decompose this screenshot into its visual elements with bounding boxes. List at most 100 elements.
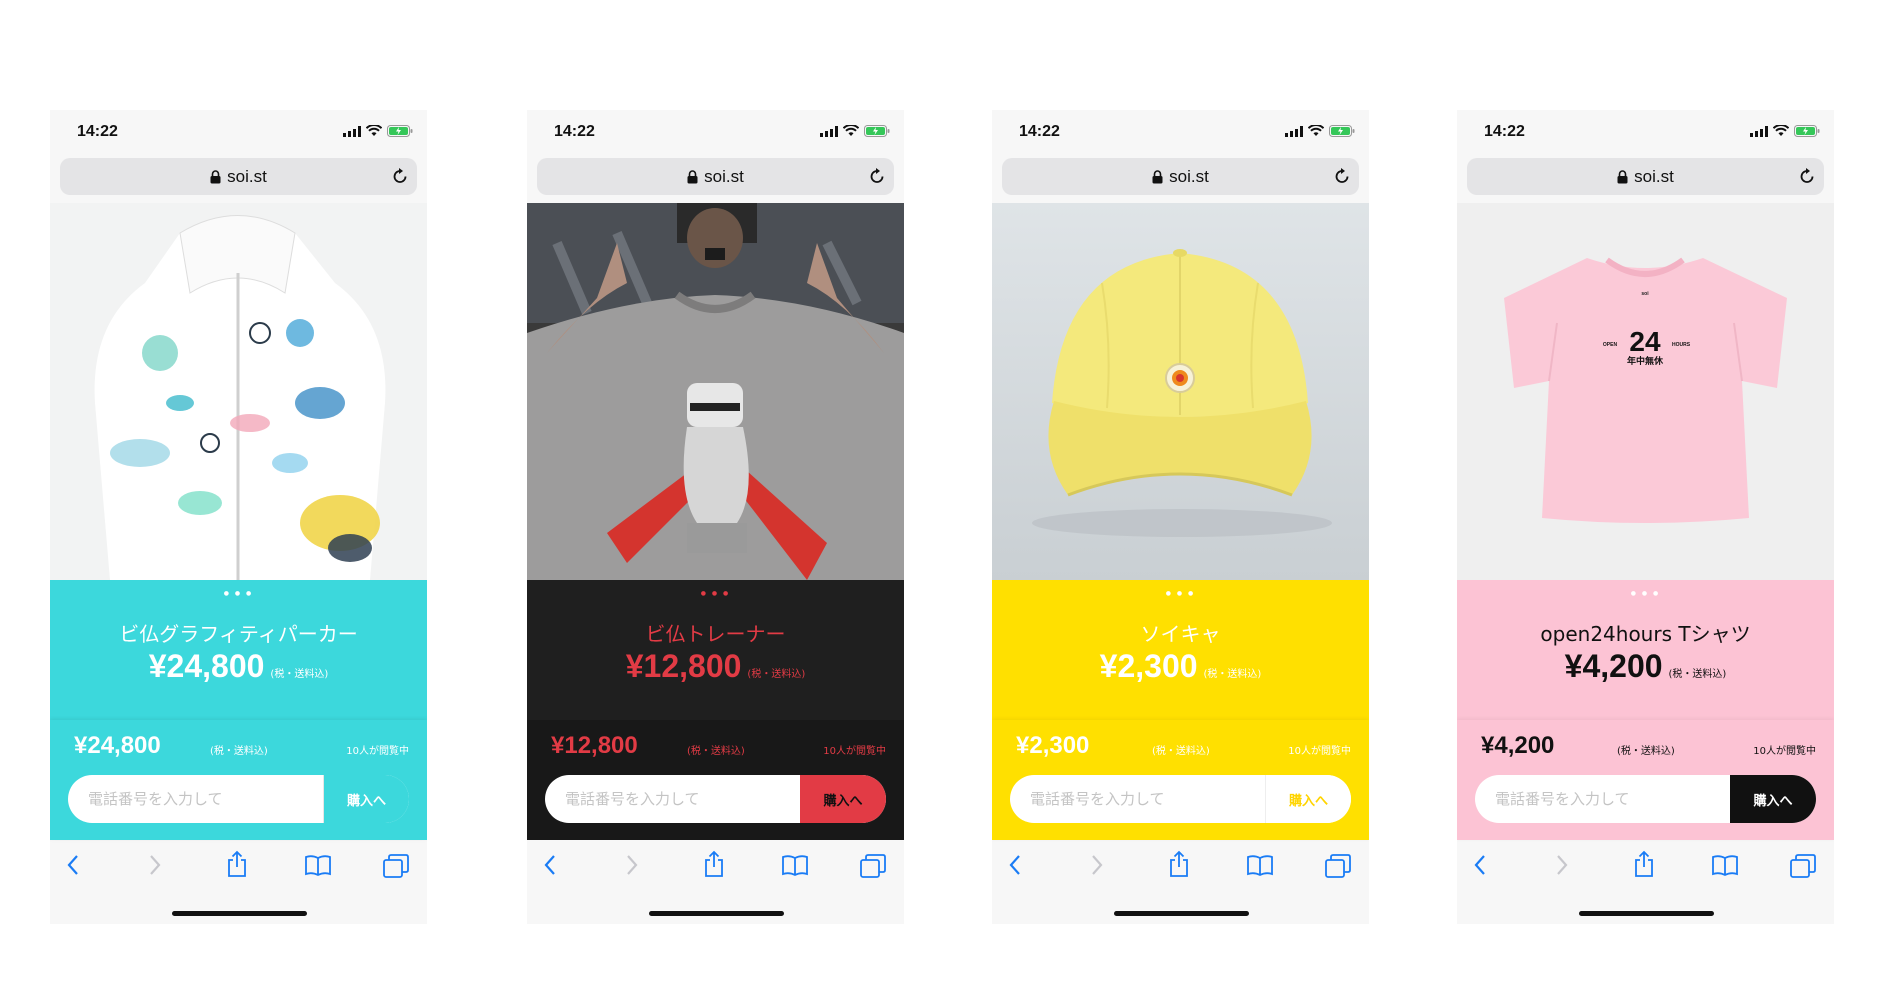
product-price: ¥24,800: [148, 648, 265, 684]
shirt-brand-print: soi: [1641, 291, 1649, 297]
browser-toolbar: [1457, 840, 1834, 894]
battery-icon: [864, 125, 890, 137]
product-image-hoodie[interactable]: [50, 203, 427, 580]
signal-icon: [343, 125, 361, 137]
bookmarks-icon[interactable]: [304, 854, 332, 876]
phone-form: 購入へ: [1475, 775, 1816, 823]
share-icon[interactable]: [703, 850, 725, 878]
phone-number-input[interactable]: [545, 775, 800, 823]
bookmarks-icon[interactable]: [1711, 854, 1739, 876]
status-time: 14:22: [554, 123, 595, 140]
tshirt-photo: soi 24 OPEN HOURS 年中無休: [1457, 203, 1834, 580]
purchase-price: ¥4,200: [1481, 732, 1555, 759]
viewers-count: 10人が閲覧中: [1753, 746, 1816, 757]
wifi-icon: [1308, 125, 1324, 136]
tabs-icon[interactable]: [383, 854, 409, 878]
address-bar[interactable]: soi.st: [1002, 158, 1359, 195]
phone-number-input[interactable]: [1010, 775, 1265, 823]
share-icon[interactable]: [226, 850, 248, 878]
tax-note: (税・送料込): [747, 669, 806, 680]
share-icon[interactable]: [1168, 850, 1190, 878]
forward-icon[interactable]: [1090, 854, 1104, 876]
carousel-dots[interactable]: ● ● ●: [992, 590, 1369, 597]
status-bar: 14:22: [992, 110, 1369, 158]
battery-icon: [1329, 125, 1355, 137]
address-bar[interactable]: soi.st: [1467, 158, 1824, 195]
buy-button[interactable]: 購入へ: [1265, 775, 1351, 823]
shirt-print-number: 24: [1629, 326, 1661, 357]
purchase-tax-note: (税・送料込): [210, 746, 268, 757]
status-time: 14:22: [77, 123, 118, 140]
shirt-print-open: OPEN: [1603, 342, 1618, 348]
back-icon[interactable]: [1473, 854, 1487, 876]
signal-icon: [1750, 125, 1768, 137]
purchase-price: ¥2,300: [1016, 732, 1090, 759]
buy-button[interactable]: 購入へ: [323, 775, 409, 823]
reload-icon[interactable]: [391, 167, 409, 186]
tabs-icon[interactable]: [1790, 854, 1816, 878]
product-image-tshirt[interactable]: soi 24 OPEN HOURS 年中無休: [1457, 203, 1834, 580]
back-icon[interactable]: [543, 854, 557, 876]
carousel-dots[interactable]: ● ● ●: [1457, 590, 1834, 597]
share-icon[interactable]: [1633, 850, 1655, 878]
lock-icon: [1617, 169, 1628, 183]
product-name: ソイキャ: [1140, 622, 1221, 646]
wifi-icon: [366, 125, 382, 136]
purchase-price: ¥12,800: [551, 732, 638, 759]
carousel-dots[interactable]: ● ● ●: [527, 590, 904, 597]
url-text: soi.st: [704, 166, 744, 186]
lock-icon: [210, 169, 221, 183]
shirt-print-hours: HOURS: [1672, 342, 1691, 348]
bookmarks-icon[interactable]: [1246, 854, 1274, 876]
phone-screen-cap: 14:22 soi.st ● ● ● ソイキャ ¥2,300 (税・送料込) ¥…: [992, 110, 1369, 924]
tabs-icon[interactable]: [1325, 854, 1351, 878]
browser-toolbar: [527, 840, 904, 894]
buy-button[interactable]: 購入へ: [800, 775, 886, 823]
carousel-dots[interactable]: ● ● ●: [50, 590, 427, 597]
battery-icon: [387, 125, 413, 137]
url-text: soi.st: [1634, 166, 1674, 186]
phone-number-input[interactable]: [68, 775, 323, 823]
back-icon[interactable]: [66, 854, 80, 876]
forward-icon[interactable]: [148, 854, 162, 876]
home-indicator[interactable]: [1579, 911, 1714, 916]
phone-screen-trainer: 14:22 soi.st ● ● ● ビ仏トレーナー ¥12,800 (税・送料…: [527, 110, 904, 924]
product-price: ¥4,200: [1564, 648, 1663, 684]
phone-form: 購入へ: [545, 775, 886, 823]
buy-button[interactable]: 購入へ: [1730, 775, 1816, 823]
home-indicator[interactable]: [172, 911, 307, 916]
reload-icon[interactable]: [1333, 167, 1351, 186]
home-indicator[interactable]: [1114, 911, 1249, 916]
purchase-bar: ¥2,300 (税・送料込) 10人が閲覧中 購入へ: [992, 720, 1369, 840]
reload-icon[interactable]: [868, 167, 886, 186]
address-bar[interactable]: soi.st: [537, 158, 894, 195]
phone-number-input[interactable]: [1475, 775, 1730, 823]
forward-icon[interactable]: [1555, 854, 1569, 876]
address-bar[interactable]: soi.st: [60, 158, 417, 195]
tax-note: (税・送料込): [1203, 669, 1262, 680]
status-bar: 14:22: [1457, 110, 1834, 158]
home-indicator[interactable]: [649, 911, 784, 916]
status-bar: 14:22: [50, 110, 427, 158]
product-name: open24hours Tシャツ: [1540, 622, 1751, 646]
product-name: ビ仏グラフィティパーカー: [119, 622, 358, 646]
back-icon[interactable]: [1008, 854, 1022, 876]
forward-icon[interactable]: [625, 854, 639, 876]
browser-toolbar: [50, 840, 427, 894]
wifi-icon: [1773, 125, 1789, 136]
phone-form: 購入へ: [68, 775, 409, 823]
tabs-icon[interactable]: [860, 854, 886, 878]
reload-icon[interactable]: [1798, 167, 1816, 186]
viewers-count: 10人が閲覧中: [346, 746, 409, 757]
signal-icon: [820, 125, 838, 137]
product-image-trainer[interactable]: [527, 203, 904, 580]
shirt-print-jp: 年中無休: [1627, 355, 1664, 367]
purchase-tax-note: (税・送料込): [1617, 746, 1675, 757]
purchase-tax-note: (税・送料込): [687, 746, 745, 757]
product-image-cap[interactable]: [992, 203, 1369, 580]
phone-screen-hoodie: 14:22 soi.st ● ● ● ビ仏グラフィティパーカー ¥24,800 …: [50, 110, 427, 924]
hoodie-photo: [50, 203, 427, 580]
url-text: soi.st: [227, 166, 267, 186]
cap-photo: [992, 203, 1369, 580]
bookmarks-icon[interactable]: [781, 854, 809, 876]
